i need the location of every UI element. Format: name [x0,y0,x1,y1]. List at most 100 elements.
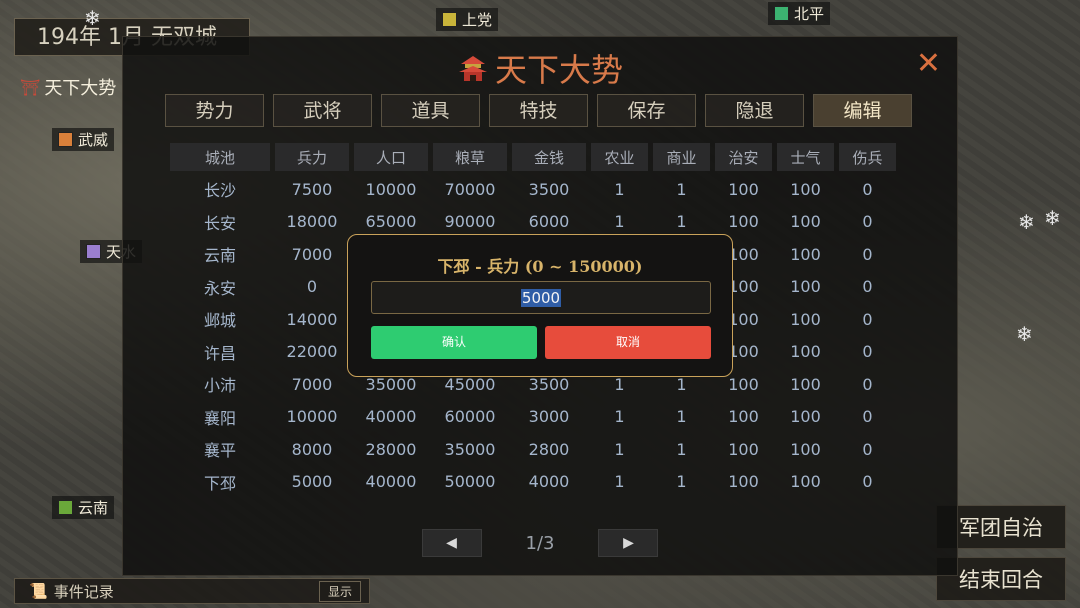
table-cell[interactable]: 14000 [275,305,349,334]
map-city-label[interactable]: 北平 [768,2,831,25]
table-cell[interactable]: 7000 [275,370,349,399]
table-cell[interactable]: 0 [839,208,896,237]
table-row[interactable]: 襄阳 10000 40000 60000 3000 1 1 100 100 0 [170,403,896,432]
table-cell[interactable]: 70000 [433,175,507,204]
table-row[interactable]: 长沙 7500 10000 70000 3500 1 1 100 100 0 [170,175,896,204]
table-cell[interactable]: 100 [715,435,772,464]
tab-save[interactable]: 保存 [597,94,696,127]
table-cell[interactable]: 100 [777,435,834,464]
table-cell[interactable]: 100 [777,305,834,334]
table-cell[interactable]: 28000 [354,435,428,464]
city-name-cell: 襄平 [203,441,236,461]
table-cell[interactable]: 100 [777,208,834,237]
table-cell[interactable]: 1 [653,175,710,204]
value-input-text: 5000 [520,288,562,307]
table-cell[interactable]: 100 [715,403,772,432]
table-cell[interactable]: 0 [839,435,896,464]
next-page-button[interactable]: ▶ [598,529,659,557]
table-cell[interactable]: 1 [591,175,648,204]
table-cell[interactable]: 100 [777,240,834,269]
column-header: 农业 [591,143,648,171]
close-icon[interactable]: ✕ [916,49,941,79]
tab-retire[interactable]: 隐退 [705,94,804,127]
table-cell[interactable]: 0 [839,240,896,269]
table-cell[interactable]: 65000 [354,208,428,237]
table-cell[interactable]: 1 [591,403,648,432]
value-input[interactable]: 5000 [371,281,711,314]
table-cell[interactable]: 2800 [512,435,586,464]
table-cell[interactable]: 90000 [433,208,507,237]
table-row[interactable]: 下邳 5000 40000 50000 4000 1 1 100 100 0 [170,468,896,497]
world-status-label: 天下大势 [44,78,117,99]
table-cell[interactable]: 1 [591,435,648,464]
map-city-label[interactable]: 云南 [52,496,115,519]
table-cell[interactable]: 100 [777,403,834,432]
city-name-cell: 下邳 [203,473,236,493]
table-cell[interactable]: 0 [839,338,896,367]
event-log-show-button[interactable]: 显示 [318,580,361,602]
cancel-button[interactable]: 取消 [545,326,711,359]
table-cell[interactable]: 1 [653,208,710,237]
table-cell[interactable]: 5000 [275,468,349,497]
table-cell[interactable]: 0 [275,273,349,302]
table-cell[interactable]: 100 [715,468,772,497]
table-cell[interactable]: 0 [839,468,896,497]
pagination: ◀ 1/3 ▶ [123,529,957,557]
city-name-cell: 襄阳 [203,408,236,428]
table-cell[interactable]: 3000 [512,403,586,432]
table-cell[interactable]: 100 [715,208,772,237]
table-cell[interactable]: 0 [839,370,896,399]
table-cell[interactable]: 1 [653,435,710,464]
table-cell[interactable]: 40000 [354,468,428,497]
prev-page-button[interactable]: ◀ [421,529,482,557]
table-cell[interactable]: 0 [839,175,896,204]
table-cell[interactable]: 50000 [433,468,507,497]
table-cell[interactable]: 100 [777,370,834,399]
table-cell[interactable]: 10000 [275,403,349,432]
pagoda-icon: ⛩ [20,77,41,97]
table-cell[interactable]: 35000 [433,435,507,464]
tab-generals[interactable]: 武将 [273,94,372,127]
snow-icon: ❄ [84,6,101,30]
table-cell[interactable]: 100 [777,338,834,367]
table-cell[interactable]: 100 [777,273,834,302]
table-cell[interactable]: 8000 [275,435,349,464]
table-cell[interactable]: 100 [777,175,834,204]
world-status-button[interactable]: ⛩ 天下大势 [20,74,116,100]
table-cell[interactable]: 7500 [275,175,349,204]
map-city-label[interactable]: 武威 [52,128,115,151]
table-cell[interactable]: 0 [839,305,896,334]
scroll-icon: 📜 [29,582,48,600]
snow-icon: ❄ [1044,206,1061,230]
table-cell[interactable]: 1 [653,403,710,432]
table-cell[interactable]: 1 [653,468,710,497]
table-cell[interactable]: 10000 [354,175,428,204]
table-cell[interactable]: 60000 [433,403,507,432]
table-cell[interactable]: 0 [839,273,896,302]
table-header-row: 城池 兵力 人口 粮草 金钱 农业 商业 治安 士气 伤兵 [170,143,896,171]
table-cell[interactable]: 40000 [354,403,428,432]
tab-edit[interactable]: 编辑 [813,94,912,127]
table-cell[interactable]: 0 [839,403,896,432]
map-city-label[interactable]: 上党 [436,8,499,31]
table-cell[interactable]: 6000 [512,208,586,237]
table-row[interactable]: 襄平 8000 28000 35000 2800 1 1 100 100 0 [170,435,896,464]
table-cell[interactable]: 22000 [275,338,349,367]
table-cell[interactable]: 100 [777,468,834,497]
table-cell[interactable]: 4000 [512,468,586,497]
tab-items[interactable]: 道具 [381,94,480,127]
table-cell[interactable]: 7000 [275,240,349,269]
tab-skills[interactable]: 特技 [489,94,588,127]
event-log-bar: 📜 事件记录 显示 [14,578,370,604]
faction-color-swatch [442,12,457,27]
table-cell[interactable]: 100 [715,175,772,204]
table-cell[interactable]: 1 [591,208,648,237]
pagoda-icon [457,52,489,84]
table-cell[interactable]: 3500 [512,175,586,204]
confirm-button[interactable]: 确认 [371,326,537,359]
table-cell[interactable]: 18000 [275,208,349,237]
faction-color-swatch [86,244,101,259]
table-row[interactable]: 长安 18000 65000 90000 6000 1 1 100 100 0 [170,208,896,237]
tab-faction[interactable]: 势力 [165,94,264,127]
table-cell[interactable]: 1 [591,468,648,497]
